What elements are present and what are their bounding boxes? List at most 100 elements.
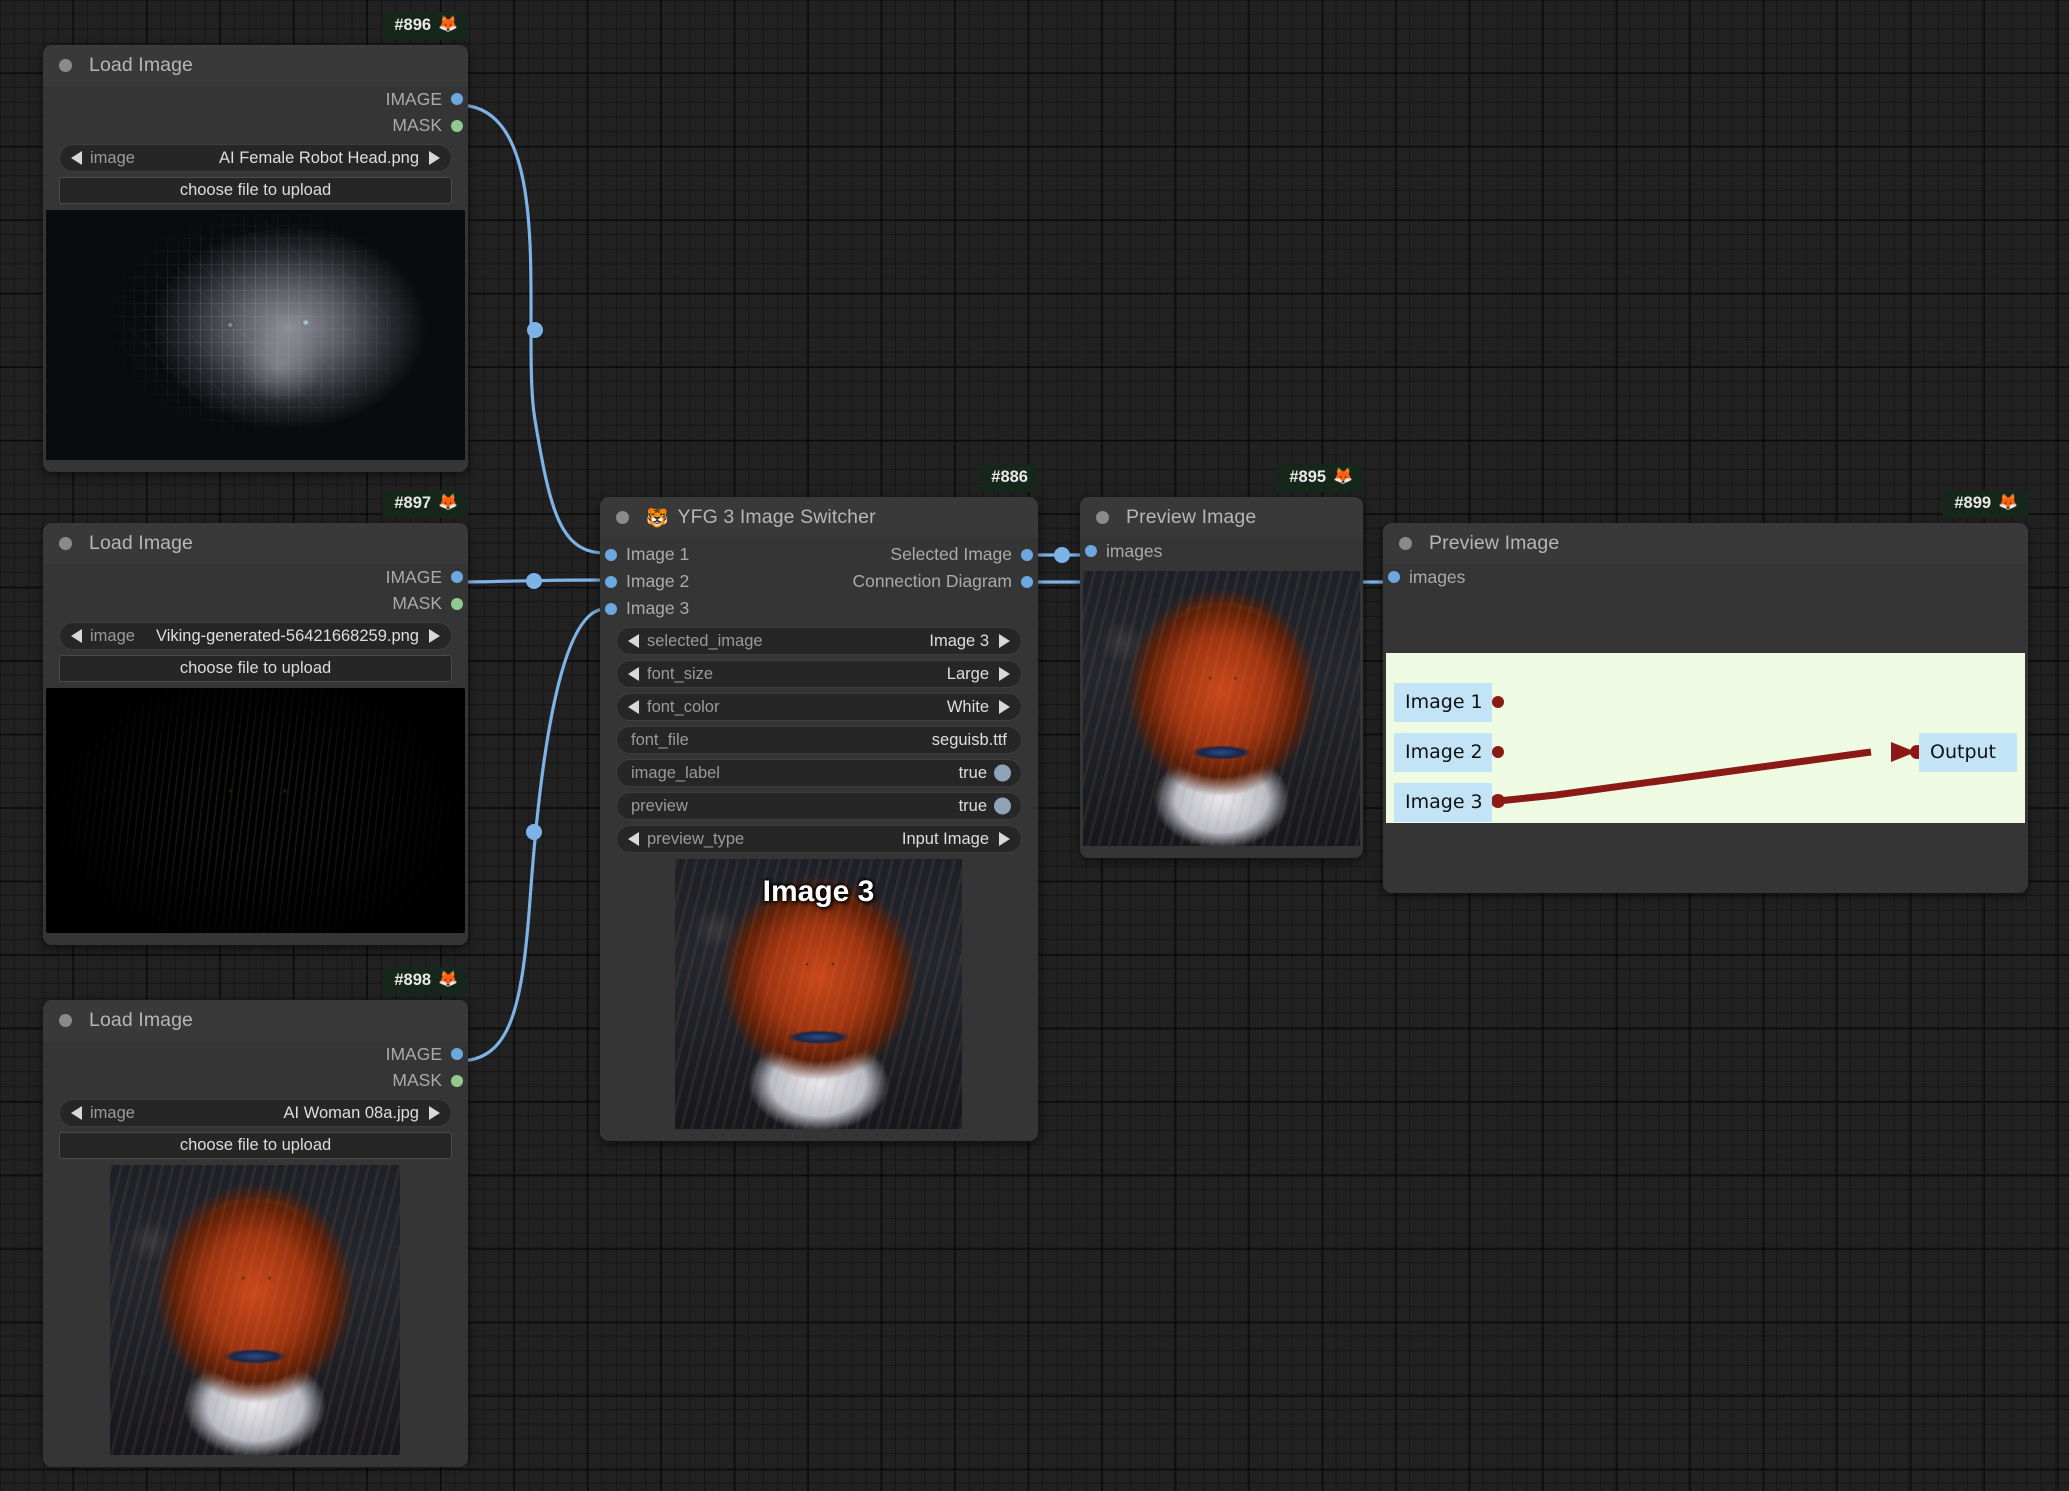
node-header[interactable]: Preview Image (1383, 523, 2028, 564)
port-dot-icon[interactable] (451, 597, 463, 610)
chevron-right-icon[interactable] (999, 667, 1010, 681)
widget-image-combo[interactable]: image AI Woman 08a.jpg (59, 1099, 452, 1127)
chevron-left-icon[interactable] (71, 1106, 82, 1120)
node-title: YFG 3 Image Switcher (677, 506, 876, 528)
chevron-right-icon[interactable] (999, 634, 1010, 648)
port-dot-icon[interactable] (451, 571, 463, 584)
widget-value: true (958, 763, 987, 782)
node-load-image-898[interactable]: #898 🦊 Load Image IMAGE MASK image AI Wo… (43, 967, 468, 1467)
collapse-dot-icon[interactable] (59, 537, 72, 550)
node-header[interactable]: Preview Image (1080, 497, 1363, 538)
choose-file-to-upload-button[interactable]: choose file to upload (59, 655, 452, 682)
image-preview[interactable] (46, 210, 465, 460)
toggle-knob-icon[interactable] (994, 764, 1011, 782)
input-label: images (1409, 566, 1466, 587)
port-dot-icon[interactable] (451, 1074, 463, 1087)
diagram-box-image-2[interactable]: Image 2 (1394, 732, 1492, 772)
image-label-overlay: Image 3 (762, 875, 875, 908)
chevron-right-icon[interactable] (429, 629, 440, 643)
image-preview[interactable] (46, 688, 465, 933)
node-body: images (1080, 538, 1363, 858)
collapse-dot-icon[interactable] (1096, 511, 1109, 524)
port-dot-icon[interactable] (605, 602, 617, 615)
input-slot-image-3[interactable]: Image 3 (600, 595, 1038, 622)
node-header[interactable]: Load Image (43, 45, 468, 86)
port-dot-icon[interactable] (1021, 575, 1033, 588)
input-slot-image-1[interactable]: Image 1 Selected Image (600, 541, 1038, 568)
node-body: Image 1 Selected Image Image 2 Connectio… (600, 538, 1038, 1141)
choose-file-to-upload-button[interactable]: choose file to upload (59, 177, 452, 204)
widget-preview-toggle[interactable]: preview true (616, 792, 1022, 820)
output-slot-mask[interactable]: MASK (43, 591, 468, 618)
collapse-dot-icon[interactable] (59, 59, 72, 72)
node-id-text: #899 (1954, 494, 1992, 512)
output-slot-image[interactable]: IMAGE (43, 1041, 468, 1068)
widget-image-combo[interactable]: image Viking-generated-56421668259.png (59, 622, 452, 650)
toggle-knob-icon[interactable] (994, 797, 1011, 815)
output-slot-mask[interactable]: MASK (43, 1068, 468, 1095)
node-preview-image-895[interactable]: #895 🦊 Preview Image images (1080, 464, 1363, 858)
chevron-left-icon[interactable] (628, 700, 639, 714)
node-header[interactable]: 🐯 YFG 3 Image Switcher (600, 497, 1038, 538)
output-slot-image[interactable]: IMAGE (43, 86, 468, 113)
widget-selected-image[interactable]: selected_image Image 3 (616, 627, 1022, 655)
output-label: IMAGE (385, 1043, 442, 1064)
input-slot-images[interactable]: images (1080, 538, 1363, 565)
connection-diagram[interactable]: Image 1 Image 2 Image 3 Output (1386, 652, 2025, 823)
node-yfg-3-image-switcher[interactable]: #886 🐯 YFG 3 Image Switcher Image 1 Sele… (600, 464, 1038, 1141)
port-dot-icon[interactable] (1388, 571, 1400, 584)
input-slot-image-2[interactable]: Image 2 Connection Diagram (600, 568, 1038, 595)
image-preview[interactable] (110, 1165, 400, 1455)
node-load-image-896[interactable]: #896 🦊 Load Image IMAGE MASK image AI Fe… (43, 12, 468, 472)
image-preview[interactable] (1083, 570, 1360, 846)
chevron-right-icon[interactable] (999, 832, 1010, 846)
port-dot-icon[interactable] (605, 575, 617, 588)
input-slot-images[interactable]: images (1383, 564, 2028, 591)
chevron-left-icon[interactable] (71, 151, 82, 165)
fox-icon: 🦊 (438, 16, 458, 34)
output-slot-image[interactable]: IMAGE (43, 564, 468, 591)
chevron-left-icon[interactable] (628, 667, 639, 681)
node-header[interactable]: Load Image (43, 1000, 468, 1041)
node-id-text: #897 (394, 494, 432, 512)
preview-artwork (110, 1165, 400, 1455)
node-id-badge: #886 (979, 464, 1038, 492)
node-preview-image-899[interactable]: #899 🦊 Preview Image images Image 1 Imag… (1383, 490, 2028, 893)
node-id-text: #886 (991, 468, 1028, 486)
port-dot-icon[interactable] (451, 93, 463, 106)
node-id-badge: #895 🦊 (1277, 464, 1363, 492)
widget-image-combo[interactable]: image AI Female Robot Head.png (59, 144, 452, 172)
slot-list: IMAGE MASK (43, 1041, 468, 1094)
widget-preview-type[interactable]: preview_type Input Image (616, 825, 1022, 853)
chevron-right-icon[interactable] (429, 151, 440, 165)
collapse-dot-icon[interactable] (1399, 537, 1412, 550)
diagram-box-output[interactable]: Output (1919, 732, 2017, 772)
chevron-left-icon[interactable] (628, 634, 639, 648)
switcher-image-preview[interactable]: Image 3 (675, 859, 962, 1129)
output-slot-mask[interactable]: MASK (43, 113, 468, 140)
port-dot-icon[interactable] (451, 119, 463, 132)
choose-file-to-upload-button[interactable]: choose file to upload (59, 1132, 452, 1159)
diagram-box-image-3[interactable]: Image 3 (1394, 782, 1492, 822)
tiger-icon: 🐯 (646, 507, 669, 528)
node-header[interactable]: Load Image (43, 523, 468, 564)
output-label: IMAGE (385, 88, 442, 109)
chevron-left-icon[interactable] (628, 832, 639, 846)
chevron-right-icon[interactable] (429, 1106, 440, 1120)
widget-image-label-toggle[interactable]: image_label true (616, 759, 1022, 787)
port-dot-icon[interactable] (1085, 545, 1097, 558)
port-dot-icon[interactable] (605, 548, 617, 561)
node-load-image-897[interactable]: #897 🦊 Load Image IMAGE MASK image Vikin… (43, 490, 468, 945)
collapse-dot-icon[interactable] (59, 1014, 72, 1027)
chevron-left-icon[interactable] (71, 629, 82, 643)
diagram-box-image-1[interactable]: Image 1 (1394, 682, 1492, 722)
port-dot-icon[interactable] (451, 1048, 463, 1061)
widget-font-color[interactable]: font_color White (616, 693, 1022, 721)
chevron-right-icon[interactable] (999, 700, 1010, 714)
fox-icon: 🦊 (438, 971, 458, 989)
collapse-dot-icon[interactable] (616, 511, 629, 524)
widget-font-size[interactable]: font_size Large (616, 660, 1022, 688)
node-graph-canvas[interactable]: #896 🦊 Load Image IMAGE MASK image AI Fe… (0, 0, 2069, 1491)
widget-font-file[interactable]: font_file seguisb.ttf (616, 726, 1022, 754)
port-dot-icon[interactable] (1021, 548, 1033, 561)
